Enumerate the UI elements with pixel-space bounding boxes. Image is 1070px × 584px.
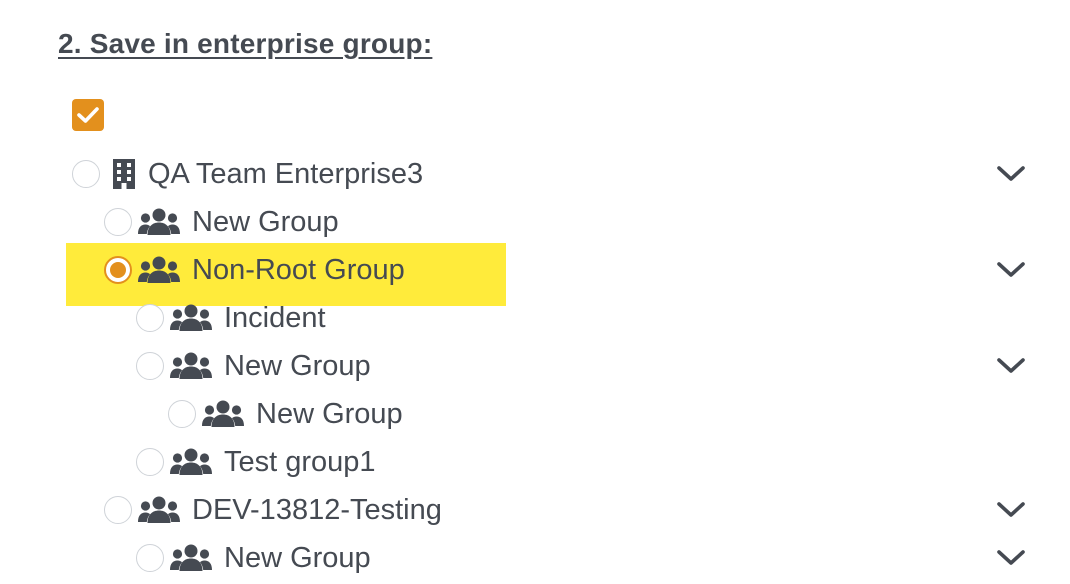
tree-row[interactable]: Non-Root Group: [0, 246, 1070, 294]
tree-node-label: DEV-13812-Testing: [192, 494, 442, 526]
group-radio[interactable]: [136, 352, 164, 380]
group-radio[interactable]: [136, 304, 164, 332]
tree-row[interactable]: New Group: [0, 342, 1070, 390]
users-icon: [170, 303, 212, 333]
tree-node-label: Incident: [224, 302, 326, 334]
tree-row[interactable]: Test group1: [0, 438, 1070, 486]
tree-row[interactable]: New Group: [0, 390, 1070, 438]
chevron-down-icon[interactable]: [996, 500, 1026, 520]
section-title: 2. Save in enterprise group:: [58, 28, 433, 59]
tree-row[interactable]: New Group: [0, 198, 1070, 246]
group-radio[interactable]: [136, 448, 164, 476]
select-all-checkbox[interactable]: [72, 99, 104, 131]
users-icon: [170, 543, 212, 573]
chevron-down-icon[interactable]: [996, 548, 1026, 568]
tree-node-label: New Group: [224, 350, 371, 382]
group-radio[interactable]: [104, 496, 132, 524]
tree-node-label: New Group: [256, 398, 403, 430]
users-icon: [138, 207, 180, 237]
group-radio[interactable]: [104, 208, 132, 236]
group-radio[interactable]: [104, 256, 132, 284]
checkmark-icon: [77, 107, 99, 123]
chevron-down-icon[interactable]: [996, 164, 1026, 184]
chevron-down-icon[interactable]: [996, 356, 1026, 376]
users-icon: [138, 255, 180, 285]
tree-node-label: QA Team Enterprise3: [148, 158, 424, 190]
users-icon: [138, 495, 180, 525]
tree-node-label: Test group1: [224, 446, 376, 478]
tree-node-label: New Group: [224, 542, 371, 574]
building-icon: [110, 159, 152, 189]
users-icon: [202, 399, 244, 429]
tree-row[interactable]: DEV-13812-Testing: [0, 486, 1070, 534]
tree-row[interactable]: New Group: [0, 534, 1070, 582]
tree-row[interactable]: QA Team Enterprise3: [0, 150, 1070, 198]
group-radio[interactable]: [136, 544, 164, 572]
tree-node-label: New Group: [192, 206, 339, 238]
group-radio[interactable]: [168, 400, 196, 428]
tree-row[interactable]: Incident: [0, 294, 1070, 342]
group-radio[interactable]: [72, 160, 100, 188]
users-icon: [170, 447, 212, 477]
tree-node-label: Non-Root Group: [192, 254, 405, 286]
chevron-down-icon[interactable]: [996, 260, 1026, 280]
users-icon: [170, 351, 212, 381]
